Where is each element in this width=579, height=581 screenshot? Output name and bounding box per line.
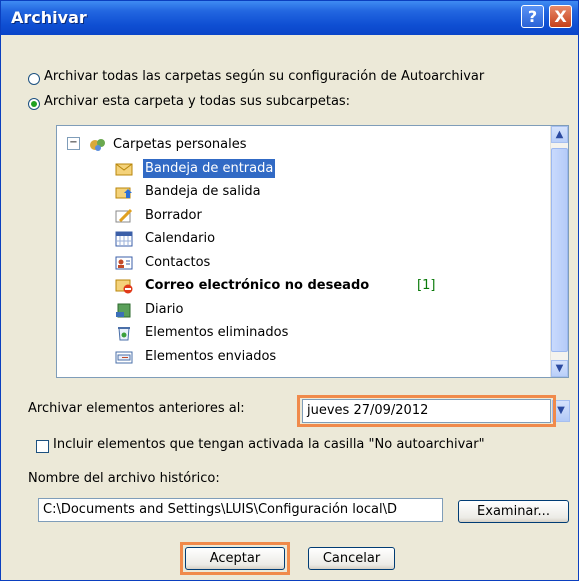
junk-mail-icon [115,278,133,294]
inbox-icon [115,161,133,177]
radio-archive-this-folder-label[interactable]: Archivar esta carpeta y todas sus subcar… [44,94,350,109]
unread-count-badge: [1] [417,278,436,293]
scroll-down-arrow-icon[interactable]: ▼ [551,360,568,377]
date-field-highlight [297,395,556,427]
close-button[interactable]: X [549,5,572,28]
archive-dialog: Archivar ? X Archivar todas las carpetas… [0,0,579,581]
personal-folders-icon [89,137,107,153]
collapse-icon[interactable]: − [67,137,80,150]
scroll-thumb[interactable] [551,148,568,352]
tree-item-label: Correo electrónico no deseado [145,278,370,293]
archive-before-label: Archivar elementos anteriores al: [28,401,245,416]
tree-item-label: Calendario [145,231,216,246]
folder-tree[interactable]: − Carpetas personales Bandeja de entrada… [56,125,569,378]
browse-button[interactable]: Examinar... [458,500,569,523]
drafts-icon [115,208,133,224]
contacts-icon [115,255,133,271]
tree-item-label: Elementos enviados [145,349,277,364]
tree-vertical-scrollbar[interactable]: ▲ ▼ [550,126,568,377]
outbox-icon [115,184,133,200]
radio-archive-all[interactable] [28,73,40,85]
journal-icon [115,302,133,318]
tree-item-label: Contactos [145,255,211,270]
scroll-up-arrow-icon[interactable]: ▲ [551,126,568,143]
tree-item-label: Diario [145,302,184,317]
include-no-autoarchive-checkbox[interactable] [36,440,49,453]
cancel-button[interactable]: Cancelar [308,547,395,570]
help-button[interactable]: ? [521,5,544,28]
archive-file-label: Nombre del archivo histórico: [28,471,220,486]
tree-item-label: Carpetas personales [113,137,247,152]
tree-item-label: Elementos eliminados [145,325,289,340]
title-bar[interactable]: Archivar ? X [1,1,578,35]
tree-item-label: Bandeja de entrada [143,159,276,178]
radio-archive-this-folder[interactable] [28,98,40,110]
radio-archive-all-label[interactable]: Archivar todas las carpetas según su con… [44,69,484,84]
ok-button-highlight [180,542,290,575]
dialog-title: Archivar [11,8,87,27]
tree-item-label: Bandeja de salida [145,184,261,199]
calendar-icon [115,231,133,247]
tree-item-label: Borrador [145,208,202,223]
archive-file-path-input[interactable]: C:\Documents and Settings\LUIS\Configura… [38,498,443,522]
include-no-autoarchive-label[interactable]: Incluir elementos que tengan activada la… [53,437,485,452]
sent-items-icon [115,349,133,365]
deleted-items-icon [115,325,133,341]
